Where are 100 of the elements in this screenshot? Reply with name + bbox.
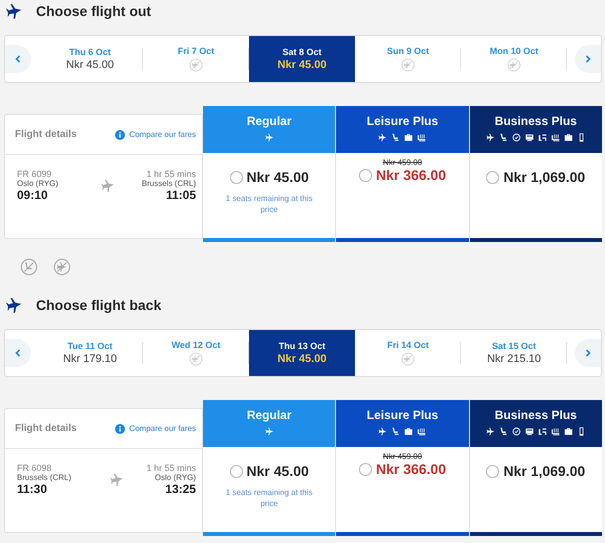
- date-label: Thu 6 Oct: [69, 47, 111, 57]
- trolley-icon: [417, 427, 426, 436]
- clock-icon: [512, 133, 521, 142]
- flight-number: FR 6098: [17, 463, 53, 473]
- date-price: Nkr 215.10: [487, 353, 541, 365]
- no-flight-icon: [189, 352, 203, 366]
- date-tab[interactable]: Mon 10 Oct: [461, 36, 567, 82]
- fare-name: Regular: [246, 408, 292, 422]
- suitcase-icon: [404, 427, 414, 436]
- screen-icon: [524, 133, 534, 142]
- date-label: Mon 10 Oct: [490, 46, 538, 56]
- flight-duration: 1 hr 55 mins: [146, 169, 196, 179]
- trolley-icon: [550, 427, 560, 436]
- flight-duration: 1 hr 55 mins: [146, 463, 196, 473]
- date-tab[interactable]: Sat 15 Oct Nkr 215.10: [461, 330, 567, 376]
- no-flight-icon: [401, 58, 415, 72]
- seats-remaining-note: 1 seats remaining at this price: [224, 193, 314, 216]
- info-icon: [115, 130, 126, 140]
- date-label: Tue 11 Oct: [68, 341, 112, 351]
- next-button[interactable]: [575, 45, 601, 73]
- departure-airport: Oslo (RYG): [17, 179, 58, 188]
- fare-name: Leisure Plus: [366, 114, 438, 128]
- next-button[interactable]: [575, 339, 601, 367]
- date-label: Fri 7 Oct: [178, 46, 214, 56]
- plane-icon: [110, 472, 126, 487]
- info-icon: [115, 424, 126, 434]
- no-seat-icon: [20, 258, 38, 276]
- compare-fares-link[interactable]: Compare our fares: [129, 130, 196, 139]
- plane-icon: [378, 427, 388, 436]
- fare-price: Nkr 45.00: [246, 169, 309, 185]
- fare-radio[interactable]: [486, 464, 500, 478]
- plane-icon: [486, 427, 495, 436]
- chevron-right-icon: [583, 348, 593, 358]
- trolley-icon: [550, 133, 560, 142]
- date-tab[interactable]: Thu 13 Oct Nkr 45.00: [249, 330, 355, 376]
- date-price: Nkr 179.10: [63, 353, 117, 365]
- clock-icon: [512, 427, 521, 436]
- date-price: Nkr 45.00: [278, 353, 326, 365]
- arrival-airport: Oslo (RYG): [154, 473, 196, 482]
- chevron-right-icon: [583, 54, 593, 64]
- date-tab[interactable]: Tue 11 Oct Nkr 179.10: [37, 330, 143, 376]
- seats-remaining-note: 1 seats remaining at this price: [224, 487, 314, 510]
- date-price: Nkr 45.00: [278, 59, 326, 71]
- plane-icon: [101, 178, 116, 193]
- fare-price: Nkr 1,069.00: [503, 169, 586, 185]
- no-flight-icon: [507, 58, 521, 72]
- fare-radio[interactable]: [230, 464, 243, 478]
- arrival-time: 11:05: [166, 188, 196, 202]
- date-label: Wed 12 Oct: [172, 340, 220, 350]
- no-flight-icon: [53, 258, 71, 276]
- plane-icon: [378, 133, 388, 142]
- seats-icon: [538, 427, 547, 436]
- suitcase-icon: [404, 133, 414, 142]
- date-tab[interactable]: Sun 9 Oct: [355, 36, 461, 82]
- arrival-airport: Brussels (CRL): [142, 179, 196, 188]
- previous-button[interactable]: [5, 45, 31, 73]
- date-tab[interactable]: Fri 14 Oct: [355, 330, 461, 376]
- date-tab[interactable]: Fri 7 Oct: [143, 36, 249, 82]
- seats-icon: [538, 133, 547, 142]
- date-label: Fri 14 Oct: [387, 340, 429, 350]
- plane-icon: [486, 133, 495, 142]
- date-label: Sat 15 Oct: [492, 341, 536, 351]
- original-price: Nkr 459.00: [382, 158, 422, 167]
- departure-time: 11:30: [17, 482, 48, 496]
- seat-icon: [391, 427, 400, 436]
- screen-icon: [524, 427, 534, 436]
- fare-price: Nkr 366.00: [376, 167, 446, 183]
- fare-name: Business Plus: [494, 408, 577, 422]
- fare-name: Business Plus: [494, 114, 577, 128]
- phone-icon: [576, 427, 586, 436]
- seat-icon: [498, 427, 508, 436]
- fare-price: Nkr 366.00: [376, 461, 446, 477]
- date-tab[interactable]: Sat 8 Oct Nkr 45.00: [249, 36, 355, 82]
- date-label: Thu 13 Oct: [278, 341, 326, 351]
- chevron-left-icon: [13, 54, 23, 64]
- date-tab[interactable]: Wed 12 Oct: [143, 330, 249, 376]
- section-title: Choose flight out: [36, 3, 152, 19]
- section-title: Choose flight back: [36, 297, 162, 313]
- departure-time: 09:10: [17, 188, 49, 202]
- previous-button[interactable]: [5, 339, 31, 367]
- compare-fares-link[interactable]: Compare our fares: [129, 424, 196, 433]
- fare-radio[interactable]: [358, 462, 372, 476]
- flight-details-label: Flight details: [15, 129, 78, 140]
- seat-icon: [391, 133, 400, 142]
- fare-radio[interactable]: [358, 168, 372, 182]
- fare-price: Nkr 1,069.00: [503, 463, 586, 479]
- suitcase-icon: [564, 133, 573, 142]
- fare-radio[interactable]: [230, 170, 243, 184]
- no-flight-icon: [401, 352, 415, 366]
- fare-radio[interactable]: [486, 170, 500, 184]
- fare-name: Regular: [246, 114, 292, 128]
- departure-airport: Brussels (CRL): [17, 473, 72, 482]
- arrival-time: 13:25: [165, 482, 196, 496]
- suitcase-icon: [564, 427, 573, 436]
- seat-icon: [498, 133, 508, 142]
- no-flight-icon: [189, 58, 203, 72]
- date-tab[interactable]: Thu 6 Oct Nkr 45.00: [37, 36, 143, 82]
- flight-number: FR 6099: [17, 169, 53, 179]
- trolley-icon: [417, 133, 426, 142]
- chevron-left-icon: [13, 348, 23, 358]
